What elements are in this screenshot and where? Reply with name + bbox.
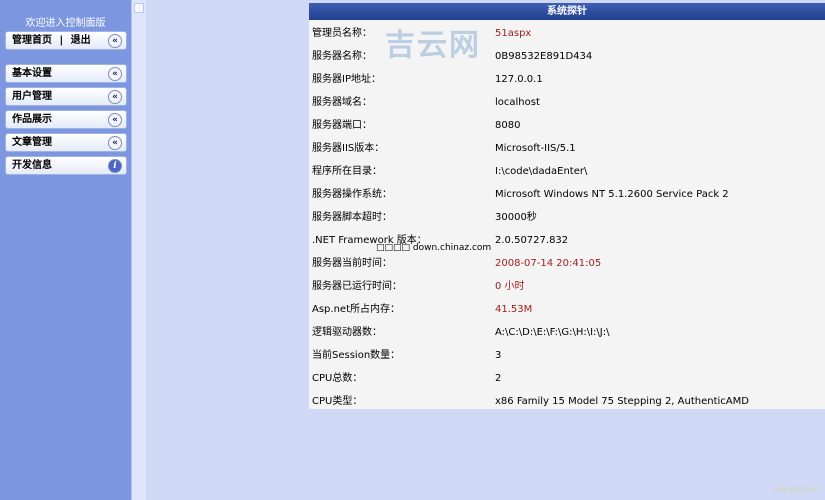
corner-watermark: chinaz.com [773, 485, 820, 494]
info-row: 逻辑驱动器数： A:\C:\D:\E:\F:\G:\H:\I:\J:\ [309, 321, 825, 344]
info-value: x86 Family 15 Model 75 Stepping 2, Authe… [495, 396, 749, 407]
info-label: 程序所在目录： [312, 166, 382, 177]
info-row: CPU类型： x86 Family 15 Model 75 Stepping 2,… [309, 390, 825, 413]
info-row: 服务器域名： localhost [309, 91, 825, 114]
overlay-watermark-text: □□□□ down.chinaz.com [376, 243, 492, 253]
collapse-icon[interactable]: « [108, 136, 122, 150]
watermark-logo: 吉云网 [385, 28, 481, 63]
info-label: 服务器已运行时间： [312, 281, 402, 292]
info-row: Asp.net所占内存： 41.53M [309, 298, 825, 321]
info-value: 8080 [495, 120, 521, 131]
info-value: Microsoft-IIS/5.1 [495, 143, 576, 154]
collapse-icon[interactable]: « [108, 113, 122, 127]
info-row: 服务器IP地址： 127.0.0.1 [309, 68, 825, 91]
sidebar-item-label: 开发信息 [12, 160, 52, 171]
info-row: 服务器已运行时间： 0 小时 [309, 275, 825, 298]
info-label: 服务器域名： [312, 97, 372, 108]
info-label: 服务器脚本超时： [312, 212, 392, 223]
sidebar-item-works-display[interactable]: 作品展示 « [5, 110, 127, 129]
collapse-icon[interactable]: « [108, 34, 122, 48]
collapse-icon[interactable]: « [108, 67, 122, 81]
info-value: localhost [495, 97, 540, 108]
info-value: 41.53M [495, 304, 533, 315]
sidebar-item-label: 文章管理 [12, 137, 52, 148]
info-row: CPU总数： 2 [309, 367, 825, 390]
info-value: 51aspx [495, 28, 532, 39]
sidebar: 欢迎进入控制面版 管理首页 | 退出 « 基本设置 « 用户管理 « 作品展示 … [0, 0, 131, 500]
splitter-handle-icon[interactable] [134, 3, 144, 13]
sidebar-item-label: 用户管理 [12, 91, 52, 102]
info-row: 当前Session数量： 3 [309, 344, 825, 367]
info-label: Asp.net所占内存： [312, 304, 400, 315]
panel-title: 系统探针 [309, 3, 825, 20]
info-label: 管理员名称： [312, 28, 372, 39]
info-label: 逻辑驱动器数： [312, 327, 382, 338]
info-value: 0B98532E891D434 [495, 51, 593, 62]
info-row: 服务器IIS版本： Microsoft-IIS/5.1 [309, 137, 825, 160]
info-row: 服务器操作系统： Microsoft Windows NT 5.1.2600 Se… [309, 183, 825, 206]
sidebar-item-label: 基本设置 [12, 68, 52, 79]
info-label: 当前Session数量： [312, 350, 401, 361]
home-logout-bar: 管理首页 | 退出 « [5, 31, 127, 50]
info-value: 2008-07-14 20:41:05 [495, 258, 602, 269]
info-value: 0 小时 [495, 281, 525, 292]
info-value: 30000秒 [495, 212, 537, 223]
info-label: 服务器端口： [312, 120, 372, 131]
sidebar-item-user-management[interactable]: 用户管理 « [5, 87, 127, 106]
info-label: CPU类型： [312, 396, 363, 407]
info-row: 服务器当前时间： 2008-07-14 20:41:05 [309, 252, 825, 275]
info-value: 2.0.50727.832 [495, 235, 569, 246]
info-value: 2 [495, 373, 502, 384]
info-label: 服务器当前时间： [312, 258, 392, 269]
info-value: A:\C:\D:\E:\F:\G:\H:\I:\J:\ [495, 327, 610, 338]
info-row: 服务器端口： 8080 [309, 114, 825, 137]
info-value: 127.0.0.1 [495, 74, 543, 85]
info-label: CPU总数： [312, 373, 363, 384]
sidebar-item-label: 作品展示 [12, 114, 52, 125]
info-value: Microsoft Windows NT 5.1.2600 Service Pa… [495, 189, 729, 200]
welcome-text: 欢迎进入控制面版 [25, 18, 106, 29]
logout-link[interactable]: 退出 [71, 35, 91, 46]
sidebar-item-dev-info[interactable]: 开发信息 i [5, 156, 127, 175]
collapse-icon[interactable]: « [108, 90, 122, 104]
info-row: 服务器脚本超时： 30000秒 [309, 206, 825, 229]
info-value: 3 [495, 350, 502, 361]
home-link[interactable]: 管理首页 [12, 35, 52, 46]
sidebar-item-basic-settings[interactable]: 基本设置 « [5, 64, 127, 83]
separator: | [59, 35, 64, 46]
info-value: I:\code\dadaEnter\ [495, 166, 588, 177]
info-row: 程序所在目录： I:\code\dadaEnter\ [309, 160, 825, 183]
info-icon[interactable]: i [108, 159, 122, 173]
info-label: 服务器IIS版本： [312, 143, 385, 154]
sidebar-item-article-management[interactable]: 文章管理 « [5, 133, 127, 152]
info-label: 服务器名称： [312, 51, 372, 62]
info-label: 服务器操作系统： [312, 189, 392, 200]
info-label: 服务器IP地址： [312, 74, 381, 85]
sidebar-splitter[interactable] [131, 0, 146, 500]
